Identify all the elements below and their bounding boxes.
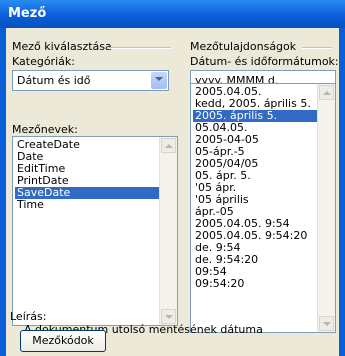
categories-label: Kategóriák:: [12, 55, 75, 68]
field-dialog: Mező Mező kiválasztása Kategóriák: Dátum…: [0, 0, 345, 356]
group-separator: [302, 47, 332, 49]
select-field-group-label: Mező kiválasztása: [12, 40, 112, 53]
chevron-down-icon: [155, 77, 163, 81]
scroll-down-button[interactable]: [319, 316, 334, 331]
field-name-item[interactable]: Time: [15, 199, 161, 211]
field-names-list[interactable]: CreateDate Date EditTime PrintDate SaveDate T…: [12, 136, 178, 326]
window-title: Mező: [8, 6, 47, 21]
date-format-item[interactable]: 09:54:20: [193, 278, 321, 290]
field-codes-button[interactable]: Mezőkódok: [20, 330, 106, 352]
scroll-down-button[interactable]: [161, 309, 176, 324]
arrow-up-icon: [323, 91, 331, 95]
date-formats-scrollbar[interactable]: [317, 84, 335, 332]
description-label: Leírás:: [10, 310, 47, 323]
window-border-right: [339, 28, 345, 356]
arrow-down-icon: [323, 322, 331, 326]
date-time-formats-label: Dátum- és időformátumok:: [190, 55, 339, 68]
field-properties-group-label: Mezőtulajdonságok: [190, 40, 297, 53]
date-formats-list[interactable]: 2005.04.05. kedd, 2005. április 5. 2005. á…: [190, 83, 336, 333]
category-combobox[interactable]: Dátum és idő: [12, 70, 169, 91]
category-dropdown-button[interactable]: [151, 72, 167, 89]
dialog-client: Mező kiválasztása Kategóriák: Dátum és i…: [6, 28, 339, 356]
title-bar[interactable]: Mező: [0, 0, 345, 28]
category-value: Dátum és idő: [17, 74, 91, 87]
group-separator: [109, 47, 171, 49]
arrow-down-icon: [165, 315, 173, 319]
field-names-label: Mezőnevek:: [12, 123, 78, 136]
scroll-up-button[interactable]: [161, 138, 176, 153]
scroll-up-button[interactable]: [319, 85, 334, 100]
field-names-scrollbar[interactable]: [159, 137, 177, 325]
arrow-up-icon: [165, 144, 173, 148]
